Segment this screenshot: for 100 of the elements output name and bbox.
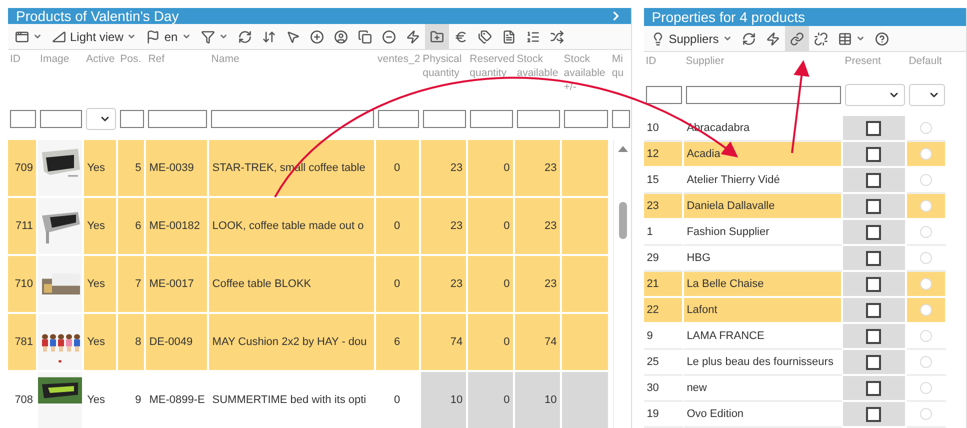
product-row[interactable]: 711 Yes 6 ME-00182 LOOK, coffee table made out o 0 23 0 23 [8,198,631,256]
filter-field[interactable] [686,86,841,104]
table-cell: 711 [16,220,34,232]
checkbox[interactable] [866,146,882,162]
table-cell: Yes [87,162,106,174]
table-cell: 0 [394,162,400,174]
filter-field[interactable] [516,110,560,128]
table-cell: HBG [686,252,711,264]
table-cell: 709 [14,162,34,174]
filter-field[interactable] [40,110,82,128]
table-cell: 10 [646,122,659,134]
table-cell: Fashion Supplier [686,226,770,238]
checkbox[interactable] [866,250,882,266]
radio-button[interactable] [920,408,932,420]
radio-button[interactable] [920,356,932,368]
filter-field[interactable] [120,110,144,128]
scroll-up-icon[interactable] [618,146,628,152]
table-cell: 0 [504,220,510,232]
table-cell: Yes [87,394,106,406]
unlink-icon [814,32,828,46]
filter-field[interactable] [612,110,630,128]
product-row[interactable]: 710 Yes 7 ME-0017 Coffee table BLOKK 0 23 0 23 [8,256,631,314]
product-row[interactable]: 708 Yes 9 ME-0899-E SUMMERTIME bed with its opti 0 10 0 10 [8,372,631,428]
cursor-icon [286,30,300,44]
column-header: Ref [147,52,166,67]
checkbox[interactable] [866,276,882,292]
filter-field[interactable] [148,110,208,128]
checkbox[interactable] [866,120,882,136]
column-header: Physical quantity [422,52,463,81]
table-icon [838,32,852,46]
toolbar-dropdown[interactable]: Light view [47,24,142,49]
table-cell: 29 [646,252,659,264]
checkbox[interactable] [866,380,882,396]
product-row[interactable]: 781 Yes 8 DE-0049 MAY Cushion 2x2 by HAY - dou 6 74 0 74 [8,314,631,372]
radio-button[interactable] [920,304,932,316]
table-cell: LOOK, coffee table made out o [212,220,364,232]
column-header: ventes_2 [376,52,421,67]
table-cell: La Belle Chaise [686,278,764,290]
filter-field[interactable] [211,110,374,128]
add-icon [310,30,324,44]
table-cell: DE-0049 [149,336,193,348]
table-cell: 30 [646,382,659,394]
panel-title: Products of Valentin's Day [16,8,179,24]
column-header: Stock available +/- [562,52,606,95]
refresh-icon [742,32,756,46]
table-cell: MAY Cushion 2x2 by HAY - dou [212,336,367,348]
table-cell: new [686,382,707,394]
radio-button[interactable] [920,382,932,394]
radio-button[interactable] [920,148,932,160]
table-cell: 0 [504,278,510,290]
filter-field[interactable] [422,110,466,128]
filter-field[interactable] [378,110,419,128]
toolbar-dropdown[interactable]: en [141,24,196,49]
panel-title: Properties for 4 products [652,9,805,25]
radio-button[interactable] [920,330,932,342]
table-cell: 15 [646,174,659,186]
scrollbar[interactable] [612,140,631,428]
help-icon [874,32,889,46]
table-cell: 0 [504,162,510,174]
table-cell: 23 [544,162,557,174]
column-header: ID [9,52,22,67]
table-cell: 23 [646,200,659,212]
table-cell: 23 [544,220,557,232]
radio-button[interactable] [920,200,932,212]
link-icon [790,32,804,46]
radio-button[interactable] [920,174,932,186]
toolbar-button[interactable] [784,26,809,51]
table-cell: 19 [646,408,659,420]
checkbox[interactable] [866,224,882,240]
checkbox[interactable] [866,354,882,370]
filter-select[interactable] [86,108,116,130]
scroll-thumb[interactable] [618,202,627,239]
checkbox[interactable] [866,302,882,318]
column-header: Image [39,52,70,67]
filter-field[interactable] [564,110,608,128]
filter-field[interactable] [646,86,682,104]
radio-button[interactable] [920,252,932,264]
folder-plus-icon [430,30,444,44]
table-cell: 23 [450,162,463,174]
radio-button[interactable] [920,278,932,290]
checkbox[interactable] [866,406,882,422]
radio-button[interactable] [920,226,932,238]
user-icon [334,30,348,44]
filter-field[interactable] [10,110,36,128]
flag-icon [146,30,160,44]
filter-field[interactable] [470,110,513,128]
table-cell: Yes [87,220,106,232]
window-icon [15,30,29,44]
remove-icon [382,30,396,44]
checkbox[interactable] [866,172,882,188]
checkbox[interactable] [866,328,882,344]
ordered-list-icon [526,30,540,44]
column-header: Default [908,54,943,69]
toolbar-button[interactable] [424,24,449,49]
table-cell: 1 [646,226,653,238]
table-cell: Daniela Dallavalle [686,200,775,212]
checkbox[interactable] [866,198,882,214]
column-header: Mi qu [610,52,625,81]
table-cell: Yes [87,336,106,348]
radio-button[interactable] [920,122,932,134]
